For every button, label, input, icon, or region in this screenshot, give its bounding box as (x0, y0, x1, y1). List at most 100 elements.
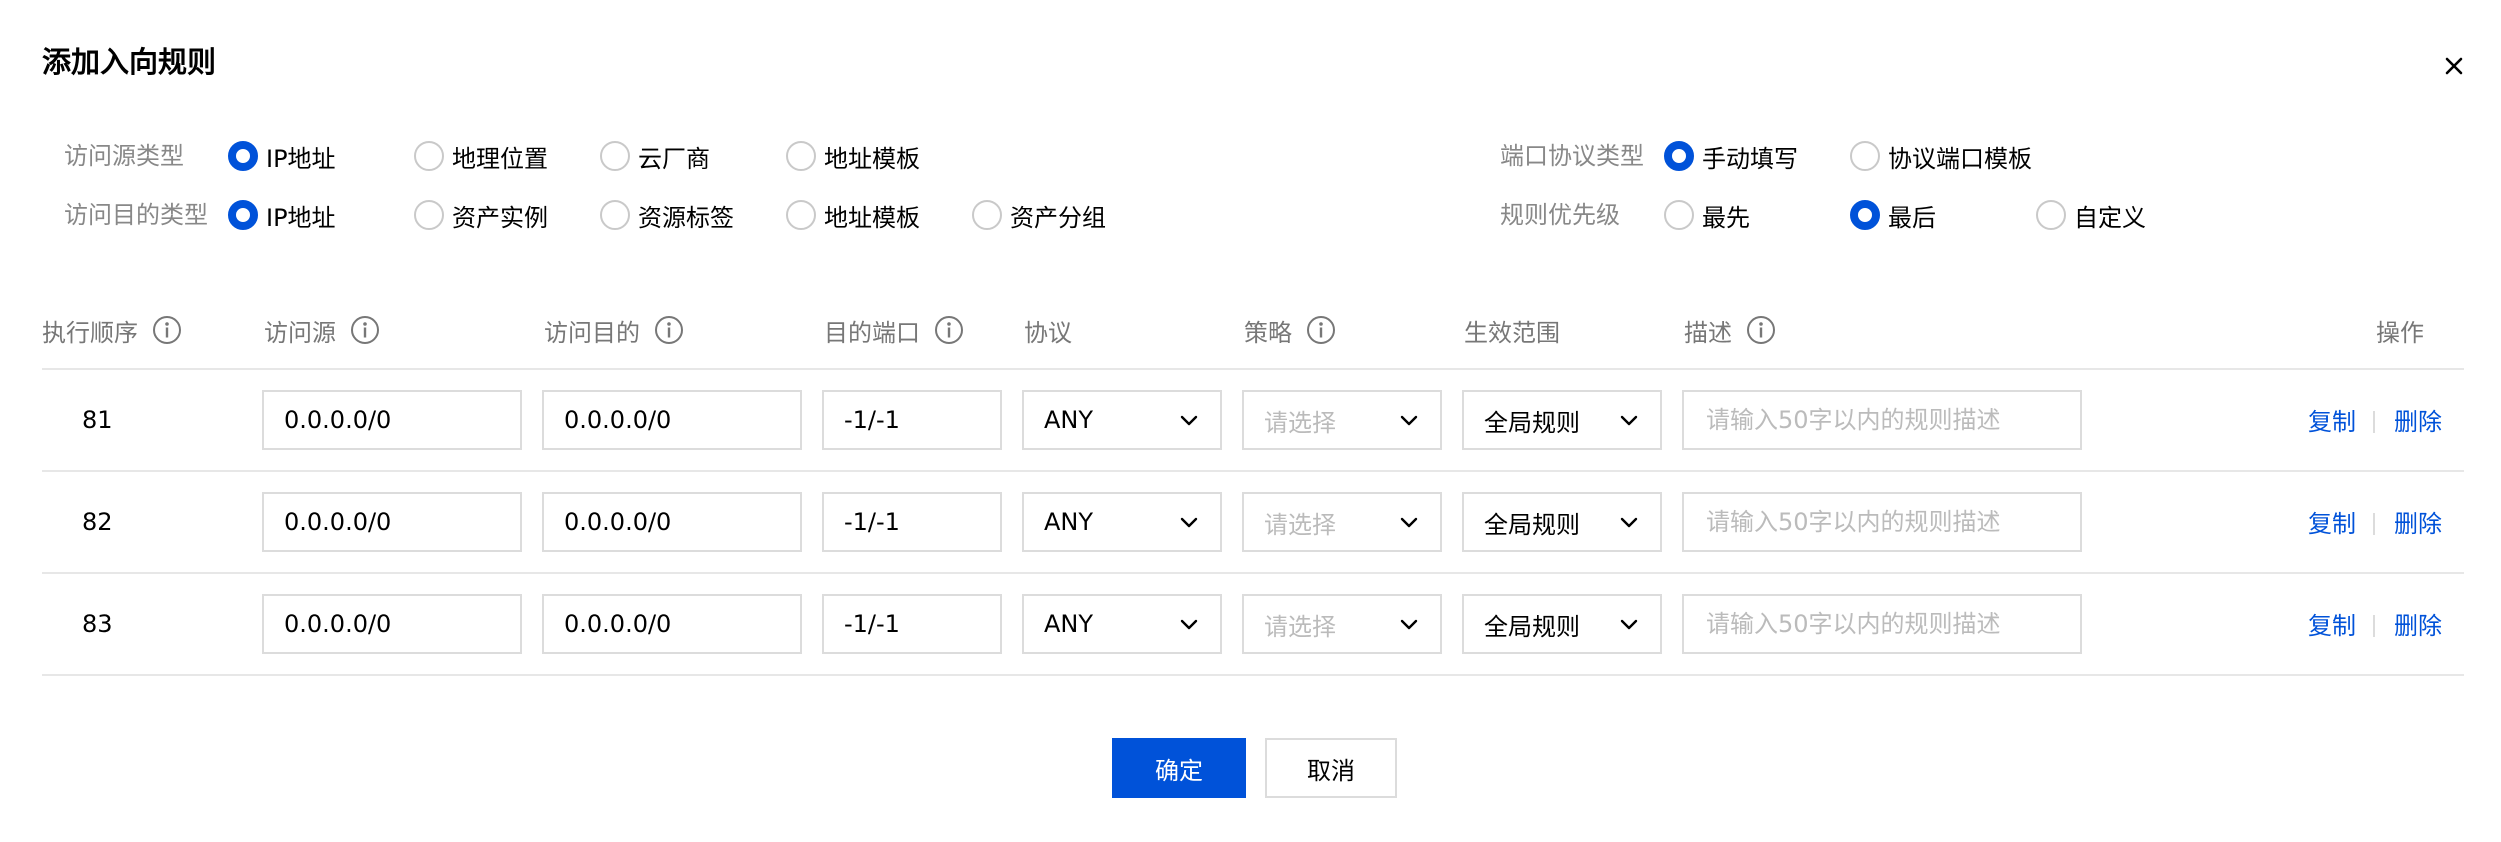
column-header-label: 协议 (1024, 318, 1072, 347)
info-icon[interactable] (1306, 315, 1336, 345)
chevron-down-icon (1178, 613, 1200, 635)
radio-priority-custom[interactable]: 自定义 (2036, 193, 2146, 237)
protocol-select[interactable]: ANY (1022, 594, 1222, 654)
radio-dest-ip[interactable]: IP地址 (228, 193, 336, 237)
dialog-title: 添加入向规则 (42, 45, 217, 79)
radio-label: 地址模板 (824, 203, 920, 232)
scope-select[interactable]: 全局规则 (1462, 492, 1662, 552)
column-header-label: 描述 (1684, 318, 1732, 347)
copy-link[interactable]: 复制 (2308, 494, 2356, 554)
column-header-protocol: 协议 (1024, 308, 1072, 352)
description-input[interactable] (1682, 390, 2082, 450)
radio-dot (414, 141, 444, 171)
confirm-button[interactable]: 确定 (1112, 738, 1246, 798)
column-header-label: 访问目的 (544, 318, 640, 347)
dest-input[interactable] (542, 594, 802, 654)
protocol-value: ANY (1044, 610, 1094, 638)
dest-type-label: 访问目的类型 (64, 201, 208, 229)
divider (42, 470, 2464, 472)
protocol-select[interactable]: ANY (1022, 492, 1222, 552)
source-input[interactable] (262, 492, 522, 552)
dest-input[interactable] (542, 390, 802, 450)
radio-dest-instance[interactable]: 资产实例 (414, 193, 548, 237)
divider (42, 572, 2464, 574)
close-button[interactable] (2434, 46, 2474, 86)
dest-input[interactable] (542, 492, 802, 552)
policy-select[interactable]: 请选择 (1242, 594, 1442, 654)
radio-dot (786, 200, 816, 230)
column-header-label: 执行顺序 (42, 318, 138, 347)
info-icon[interactable] (1746, 315, 1776, 345)
chevron-down-icon (1398, 511, 1420, 533)
radio-dot (1850, 141, 1880, 171)
radio-label: 资产分组 (1010, 203, 1106, 232)
radio-dot (600, 200, 630, 230)
policy-select[interactable]: 请选择 (1242, 492, 1442, 552)
delete-link[interactable]: 删除 (2394, 392, 2442, 452)
copy-link[interactable]: 复制 (2308, 596, 2356, 656)
chevron-down-icon (1398, 613, 1420, 635)
radio-dot (1664, 141, 1694, 171)
info-icon[interactable] (654, 315, 684, 345)
ops-separator (2373, 513, 2375, 535)
info-icon[interactable] (350, 315, 380, 345)
port-protocol-type-label: 端口协议类型 (1500, 142, 1644, 170)
cancel-button[interactable]: 取消 (1265, 738, 1397, 798)
column-header-policy: 策略 (1244, 308, 1336, 352)
radio-source-template[interactable]: 地址模板 (786, 134, 920, 178)
radio-label: 协议端口模板 (1888, 144, 2032, 173)
radio-source-geo[interactable]: 地理位置 (414, 134, 548, 178)
radio-dot (972, 200, 1002, 230)
column-header-label: 操作 (2376, 318, 2424, 347)
chevron-down-icon (1398, 409, 1420, 431)
radio-source-ip[interactable]: IP地址 (228, 134, 336, 178)
description-input[interactable] (1682, 594, 2082, 654)
radio-port-manual[interactable]: 手动填写 (1664, 134, 1798, 178)
scope-value: 全局规则 (1484, 612, 1580, 641)
radio-priority-first[interactable]: 最先 (1664, 193, 1750, 237)
chevron-down-icon (1618, 613, 1640, 635)
chevron-down-icon (1618, 409, 1640, 431)
divider (42, 368, 2464, 370)
radio-dest-group[interactable]: 资产分组 (972, 193, 1106, 237)
radio-label: IP地址 (266, 144, 336, 173)
policy-select[interactable]: 请选择 (1242, 390, 1442, 450)
radio-dest-tag[interactable]: 资源标签 (600, 193, 734, 237)
radio-priority-last[interactable]: 最后 (1850, 193, 1936, 237)
protocol-value: ANY (1044, 508, 1094, 536)
radio-label: 资产实例 (452, 203, 548, 232)
delete-link[interactable]: 删除 (2394, 494, 2442, 554)
radio-dot (228, 200, 258, 230)
column-header-source: 访问源 (264, 308, 380, 352)
source-type-label: 访问源类型 (64, 142, 184, 170)
scope-value: 全局规则 (1484, 510, 1580, 539)
scope-select[interactable]: 全局规则 (1462, 594, 1662, 654)
port-input[interactable] (822, 390, 1002, 450)
radio-dot (600, 141, 630, 171)
column-header-ops: 操作 (2376, 308, 2424, 352)
ops-separator (2373, 615, 2375, 637)
radio-dot (228, 141, 258, 171)
copy-link[interactable]: 复制 (2308, 392, 2356, 452)
radio-dot (1850, 200, 1880, 230)
source-input[interactable] (262, 594, 522, 654)
radio-dest-template[interactable]: 地址模板 (786, 193, 920, 237)
divider (42, 674, 2464, 676)
column-header-label: 策略 (1244, 318, 1292, 347)
policy-placeholder: 请选择 (1264, 510, 1336, 539)
info-icon[interactable] (152, 315, 182, 345)
radio-label: 最先 (1702, 203, 1750, 232)
scope-select[interactable]: 全局规则 (1462, 390, 1662, 450)
radio-source-cloud[interactable]: 云厂商 (600, 134, 710, 178)
policy-placeholder: 请选择 (1264, 408, 1336, 437)
port-input[interactable] (822, 594, 1002, 654)
radio-port-template[interactable]: 协议端口模板 (1850, 134, 2032, 178)
delete-link[interactable]: 删除 (2394, 596, 2442, 656)
radio-dot (2036, 200, 2066, 230)
info-icon[interactable] (934, 315, 964, 345)
description-input[interactable] (1682, 492, 2082, 552)
row-order: 82 (82, 508, 113, 536)
source-input[interactable] (262, 390, 522, 450)
port-input[interactable] (822, 492, 1002, 552)
protocol-select[interactable]: ANY (1022, 390, 1222, 450)
